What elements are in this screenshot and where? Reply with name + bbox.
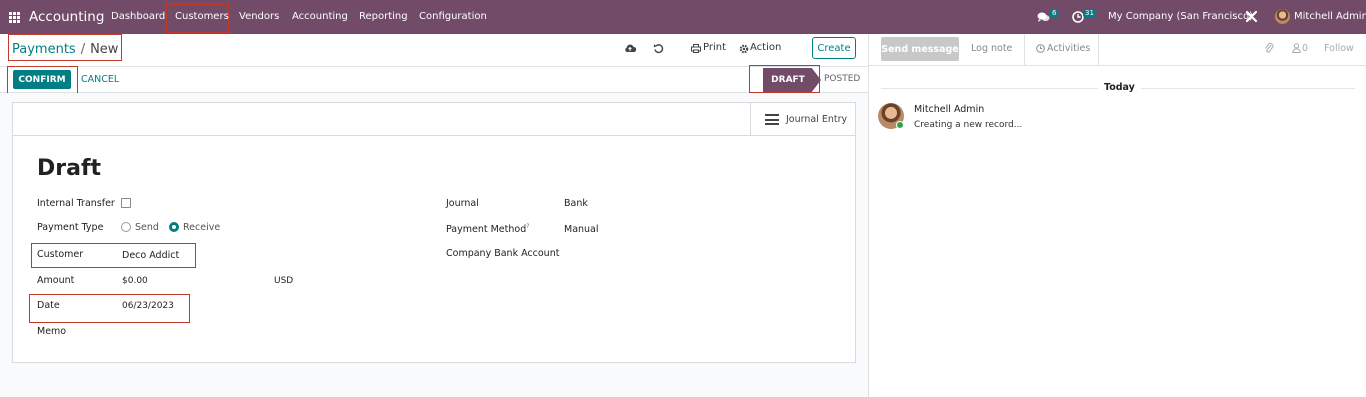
messages-count-badge: 6 [1050,9,1059,18]
payment-type-send-radio[interactable] [121,222,131,232]
payment-type-label: Payment Type [37,222,104,233]
confirm-button[interactable]: CONFIRM [13,70,71,89]
company-switcher[interactable]: My Company (San Francisco) [1108,11,1253,22]
journal-field[interactable]: Bank [564,198,588,209]
action-button[interactable]: Action [750,42,781,53]
memo-label: Memo [37,326,67,337]
breadcrumb-parent[interactable]: Payments [12,42,76,57]
send-message-button[interactable]: Send message [881,37,959,61]
apps-menu-icon[interactable] [9,12,20,23]
status-posted[interactable]: POSTED [824,74,860,84]
smart-button-box: Journal Entry [13,103,855,136]
breadcrumb: Payments / New [12,42,118,57]
customer-field[interactable]: Deco Addict [122,250,179,261]
followers-count[interactable]: 0 [1302,43,1308,54]
currency-field[interactable]: USD [274,276,293,286]
record-title: Draft [37,156,102,181]
create-button[interactable]: Create [812,37,856,59]
follow-button[interactable]: Follow [1324,43,1354,54]
cancel-button[interactable]: CANCEL [81,74,119,85]
paperclip-icon[interactable] [1264,42,1274,54]
log-note-button[interactable]: Log note [971,43,1012,54]
amount-label: Amount [37,275,75,286]
list-icon [765,114,779,125]
customer-label: Customer [37,249,84,260]
user-menu[interactable]: Mitchell Admin [1294,11,1366,22]
menu-configuration[interactable]: Configuration [419,11,487,22]
menu-customers[interactable]: Customers [175,11,229,22]
menu-vendors[interactable]: Vendors [239,11,279,22]
date-separator-label: Today [1098,82,1141,93]
company-bank-account-label: Company Bank Account [446,248,560,259]
message-author[interactable]: Mitchell Admin [914,104,984,115]
user-avatar[interactable] [1275,9,1290,24]
control-panel [0,34,868,67]
debug-tools-icon[interactable] [1245,10,1258,23]
journal-entry-button[interactable]: Journal Entry [750,103,855,136]
payment-type-send-label[interactable]: Send [135,222,159,233]
menu-accounting[interactable]: Accounting [292,11,348,22]
menu-reporting[interactable]: Reporting [359,11,408,22]
payment-method-label-text: Payment Method [446,224,527,236]
payment-type-receive-radio[interactable] [169,222,179,232]
date-field[interactable]: 06/23/2023 [122,301,174,311]
cloud-upload-icon[interactable] [624,43,636,53]
payment-method-label: Payment Method? [446,223,529,235]
internal-transfer-checkbox[interactable] [121,198,131,208]
gear-icon [739,44,749,54]
payment-type-receive-label[interactable]: Receive [183,222,220,233]
date-label: Date [37,300,60,311]
breadcrumb-separator: / [80,42,86,57]
print-icon [691,44,701,53]
breadcrumb-current: New [90,42,119,57]
menu-dashboard[interactable]: Dashboard [111,11,165,22]
activities-count-badge: 31 [1083,9,1096,18]
highlight-draft-box [749,65,820,93]
messages-icon[interactable] [1037,11,1050,23]
activities-button[interactable]: Activities [1047,43,1090,54]
app-name[interactable]: Accounting [29,9,104,25]
clock-icon [1036,44,1045,53]
journal-label: Journal [446,198,479,209]
print-button[interactable]: Print [703,42,726,53]
statusbar [0,67,868,93]
discard-undo-icon[interactable] [653,43,664,54]
message-body: Creating a new record... [914,120,1023,130]
journal-entry-label: Journal Entry [786,114,848,125]
internal-transfer-label: Internal Transfer [37,198,115,209]
help-tooltip-icon[interactable]: ? [526,223,529,230]
person-icon [1292,43,1301,53]
amount-field[interactable]: $0.00 [122,276,148,286]
online-status-icon [896,121,904,129]
payment-method-field[interactable]: Manual [564,224,599,235]
